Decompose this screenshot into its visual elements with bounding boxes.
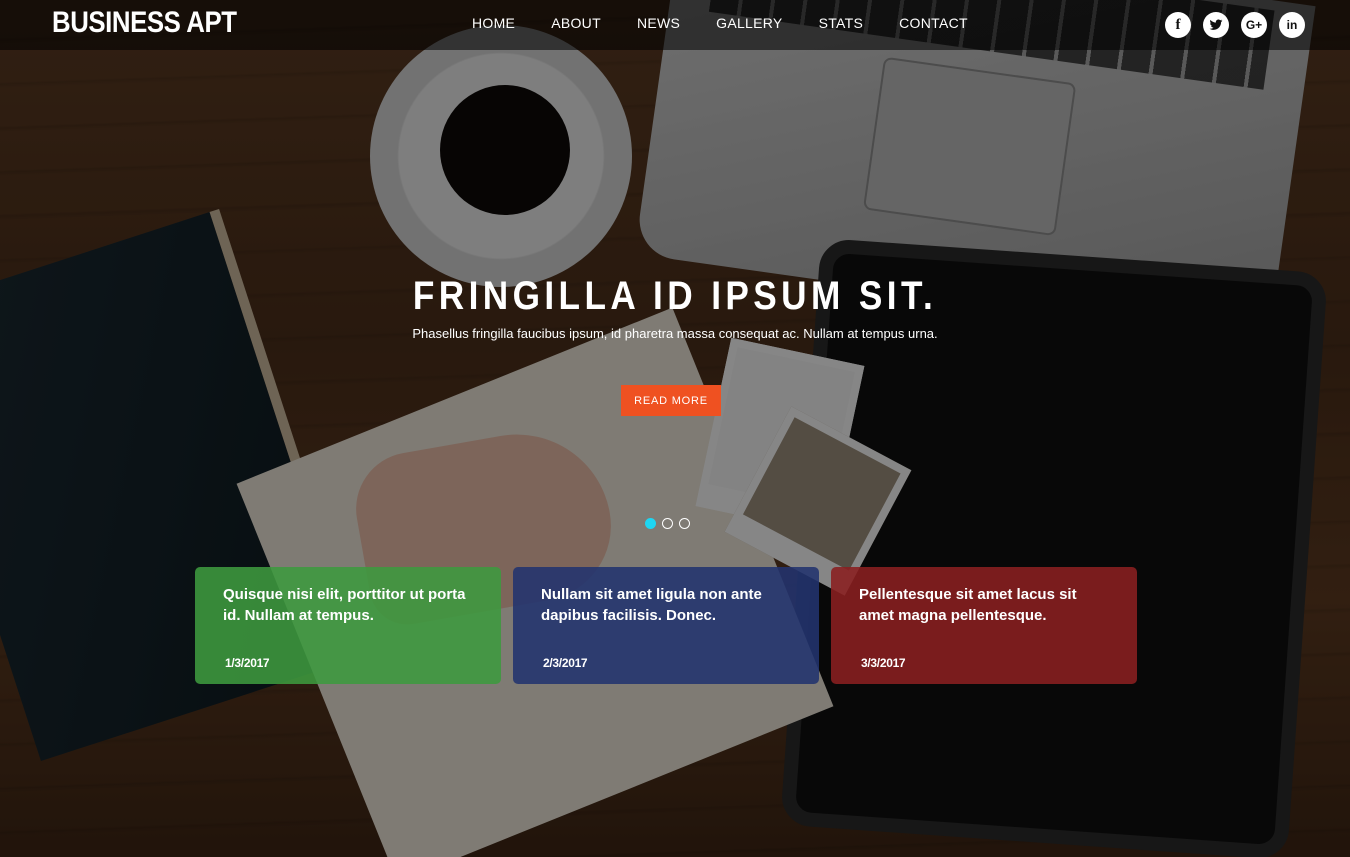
google-plus-icon[interactable]: G+	[1241, 12, 1267, 38]
dark-overlay	[0, 0, 1350, 857]
twitter-bird-icon	[1209, 19, 1223, 30]
news-card-date: 2/3/2017	[543, 656, 588, 670]
slide-dot-3[interactable]	[679, 518, 690, 529]
nav-item-gallery[interactable]: GALLERY	[716, 15, 782, 31]
slider-pagination	[645, 518, 690, 529]
news-card-text: Quisque nisi elit, porttitor ut porta id…	[223, 586, 466, 624]
news-cards: Quisque nisi elit, porttitor ut porta id…	[195, 567, 1137, 684]
hero-title: FRINGILLA ID IPSUM SIT.	[412, 274, 938, 318]
news-card-text: Pellentesque sit amet lacus sit amet mag…	[859, 586, 1077, 624]
facebook-icon[interactable]: f	[1165, 12, 1191, 38]
news-card[interactable]: Pellentesque sit amet lacus sit amet mag…	[831, 567, 1137, 684]
news-card[interactable]: Quisque nisi elit, porttitor ut porta id…	[195, 567, 501, 684]
news-card-date: 3/3/2017	[861, 656, 906, 670]
twitter-icon[interactable]	[1203, 12, 1229, 38]
nav-item-about[interactable]: ABOUT	[551, 15, 601, 31]
social-links: f G+ in	[1165, 12, 1305, 38]
nav-item-stats[interactable]: STATS	[819, 15, 864, 31]
nav-item-news[interactable]: NEWS	[637, 15, 680, 31]
news-card-text: Nullam sit amet ligula non ante dapibus …	[541, 586, 762, 624]
nav-item-home[interactable]: HOME	[472, 15, 515, 31]
top-navigation-bar: BUSINESS APT HOME ABOUT NEWS GALLERY STA…	[0, 0, 1350, 50]
news-card-date: 1/3/2017	[225, 656, 270, 670]
news-card[interactable]: Nullam sit amet ligula non ante dapibus …	[513, 567, 819, 684]
hero-subtitle: Phasellus fringilla faucibus ipsum, id p…	[412, 326, 938, 341]
linkedin-icon[interactable]: in	[1279, 12, 1305, 38]
nav-item-contact[interactable]: CONTACT	[899, 15, 968, 31]
slide-dot-1[interactable]	[645, 518, 656, 529]
read-more-button[interactable]: READ MORE	[621, 385, 721, 416]
brand-logo[interactable]: BUSINESS APT	[52, 6, 237, 40]
slide-dot-2[interactable]	[662, 518, 673, 529]
main-nav: HOME ABOUT NEWS GALLERY STATS CONTACT	[472, 15, 1004, 31]
hero-background-image	[0, 0, 1350, 857]
